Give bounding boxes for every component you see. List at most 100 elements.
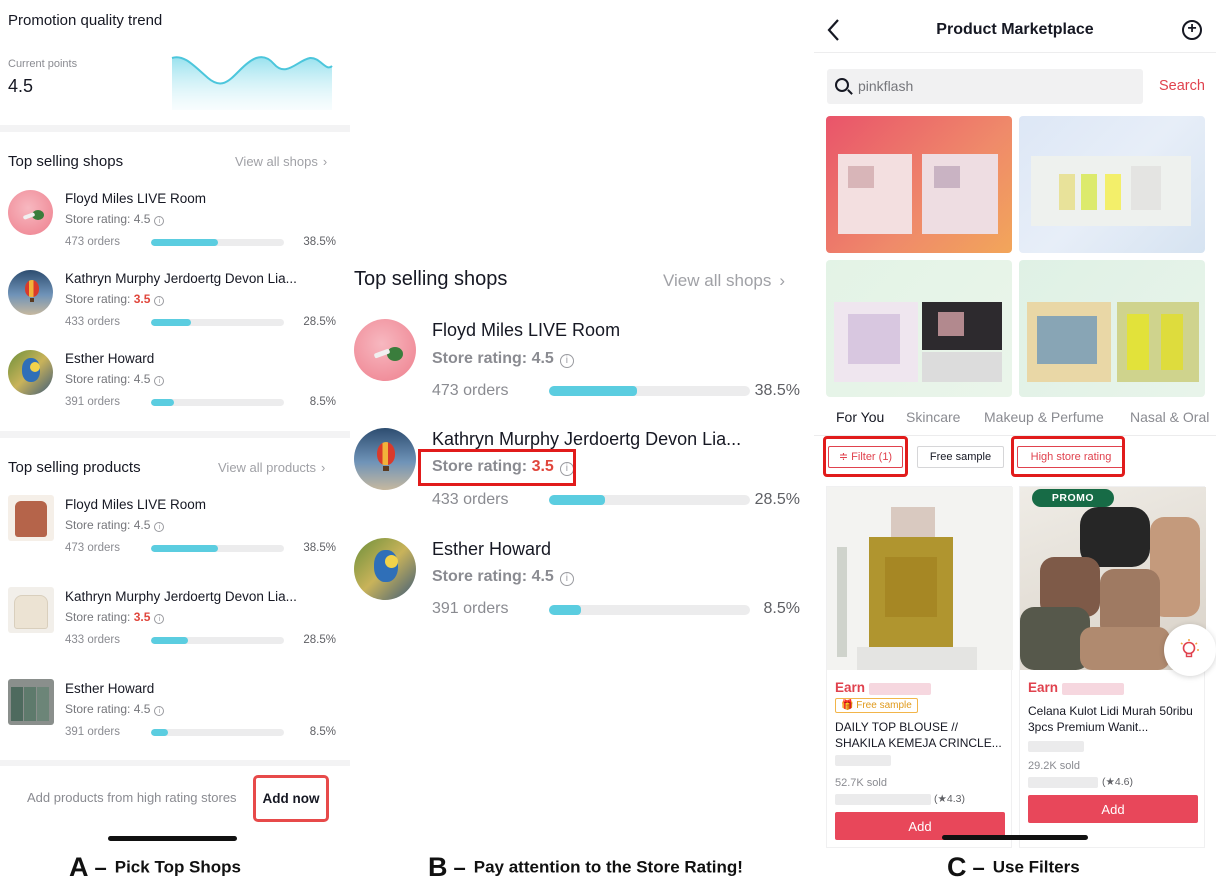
info-icon[interactable]: i (154, 522, 165, 532)
top-products-title: Top selling products (8, 459, 141, 476)
share-percent: 8.5% (309, 396, 336, 408)
share-percent: 28.5% (303, 316, 336, 328)
promo-banner[interactable] (1019, 260, 1205, 397)
top-shops-title: Top selling shops (8, 153, 124, 170)
lightbulb-icon (1180, 639, 1199, 658)
orders-count: 391 orders (65, 396, 120, 408)
tab-for-you[interactable]: For You (836, 409, 884, 425)
promo-banner[interactable] (1019, 116, 1205, 253)
shop-avatar (354, 428, 416, 490)
filter-highlight-box (823, 436, 908, 477)
tab-nasal-oral[interactable]: Nasal & Oral (1130, 409, 1209, 425)
sold-count: 29.2K sold (1028, 760, 1080, 772)
shop-row[interactable]: Kathryn Murphy Jerdoertg Devon Lia... St… (0, 265, 350, 335)
tab-skincare[interactable]: Skincare (906, 409, 960, 425)
free-sample-chip[interactable]: Free sample (917, 446, 1004, 468)
chevron-right-icon: › (321, 460, 326, 475)
product-title: Celana Kulot Lidi Murah 50ribu 3pcs Prem… (1028, 704, 1193, 734)
store-rating: Store rating: 4.5 i (432, 350, 574, 368)
add-icon[interactable]: + (1182, 20, 1202, 40)
search-button[interactable]: Search (1159, 78, 1205, 94)
chevron-right-icon: › (322, 154, 328, 169)
free-sample-badge: 🎁 Free sample (835, 698, 918, 713)
view-all-shops-link[interactable]: View all shops › (235, 154, 327, 169)
product-rating: (★4.3) (934, 793, 966, 805)
store-rating: Store rating: 4.5 i (65, 518, 165, 532)
product-title: DAILY TOP BLOUSE // SHAKILA KEMEJA CRINC… (835, 720, 1002, 750)
share-percent: 28.5% (754, 491, 800, 508)
current-points-label: Current points (8, 58, 78, 70)
tab-makeup-perfume[interactable]: Makeup & Perfume (984, 409, 1104, 425)
price-redacted (1028, 741, 1084, 752)
product-name: Floyd Miles LIVE Room (65, 497, 207, 512)
search-icon (835, 78, 849, 92)
info-icon[interactable]: i (154, 614, 165, 624)
share-bar (151, 545, 284, 552)
orders-count: 473 orders (65, 236, 120, 248)
store-rating: Store rating: 3.5 i (65, 292, 165, 306)
orders-count: 391 orders (65, 726, 120, 738)
share-bar-fill (151, 399, 174, 406)
caption-b: B – Pay attention to the Store Rating! (428, 852, 743, 882)
trend-chart (171, 56, 333, 110)
view-all-products-link[interactable]: View all products › (218, 460, 325, 475)
floating-action-button[interactable] (1164, 624, 1216, 676)
product-row[interactable]: Esther Howard Store rating: 4.5 i 391 ord… (0, 675, 350, 745)
share-percent: 28.5% (303, 634, 336, 646)
product-row[interactable]: Kathryn Murphy Jerdoertg Devon Lia... St… (0, 583, 350, 653)
product-row[interactable]: Floyd Miles LIVE Room Store rating: 4.5 i… (0, 491, 350, 561)
share-bar-fill (151, 319, 191, 326)
earn-label: Earn (835, 680, 866, 695)
caption-c: C – Use Filters (947, 852, 1080, 882)
product-rating: (★4.6) (1102, 776, 1134, 788)
caption-a: A – Pick Top Shops (69, 852, 242, 882)
product-thumbnail (8, 679, 54, 725)
share-bar (151, 399, 284, 406)
shop-avatar (8, 270, 53, 315)
orders-count: 433 orders (65, 316, 120, 328)
info-icon[interactable]: i (559, 354, 574, 368)
shop-row[interactable]: Esther Howard Store rating: 4.5 i 391 ord… (0, 345, 350, 415)
orders-count: 391 orders (432, 600, 509, 617)
section-divider (0, 125, 350, 132)
shop-redacted (835, 794, 931, 805)
info-icon[interactable]: i (154, 296, 165, 306)
share-bar-fill (151, 729, 169, 736)
add-now-button[interactable]: Add now (253, 775, 329, 822)
earn-label: Earn (1028, 680, 1059, 695)
panel-c: Product Marketplace + Search For You S (814, 0, 1216, 848)
shop-avatar (354, 319, 416, 381)
share-bar (549, 386, 750, 396)
search-input[interactable] (858, 78, 1118, 94)
add-button[interactable]: Add (1028, 795, 1198, 823)
rating-chip-highlight-box (1011, 436, 1125, 477)
earn-amount-redacted (869, 683, 931, 695)
section-divider (0, 431, 350, 438)
promo-banner[interactable] (826, 260, 1012, 397)
current-points-value: 4.5 (8, 76, 34, 96)
orders-count: 473 orders (65, 542, 120, 554)
share-bar (151, 729, 284, 736)
trend-title: Promotion quality trend (8, 12, 163, 29)
sold-count: 52.7K sold (835, 777, 887, 789)
view-all-shops-link[interactable]: View all shops › (663, 271, 785, 291)
product-card[interactable]: Earn 🎁 Free sample DAILY TOP BLOUSE // S… (826, 486, 1013, 848)
info-icon[interactable]: i (154, 706, 165, 716)
promo-banner[interactable] (826, 116, 1012, 253)
shop-row[interactable]: Floyd Miles LIVE Room Store rating: 4.5 i… (0, 185, 350, 255)
share-bar-fill (549, 386, 638, 396)
share-bar (151, 319, 284, 326)
info-icon[interactable]: i (154, 376, 165, 386)
shop-avatar (8, 190, 53, 235)
info-icon[interactable]: i (559, 572, 574, 586)
store-rating: Store rating: 4.5 i (65, 372, 165, 386)
top-shops-title: Top selling shops (354, 268, 508, 290)
info-icon[interactable]: i (154, 216, 165, 226)
store-rating: Store rating: 4.5 i (65, 212, 165, 226)
orders-count: 433 orders (65, 634, 120, 646)
store-rating: Store rating: 4.5 i (432, 568, 574, 586)
share-bar (151, 637, 284, 644)
product-thumbnail (8, 495, 54, 541)
share-bar (549, 605, 750, 615)
header-divider (814, 52, 1216, 53)
